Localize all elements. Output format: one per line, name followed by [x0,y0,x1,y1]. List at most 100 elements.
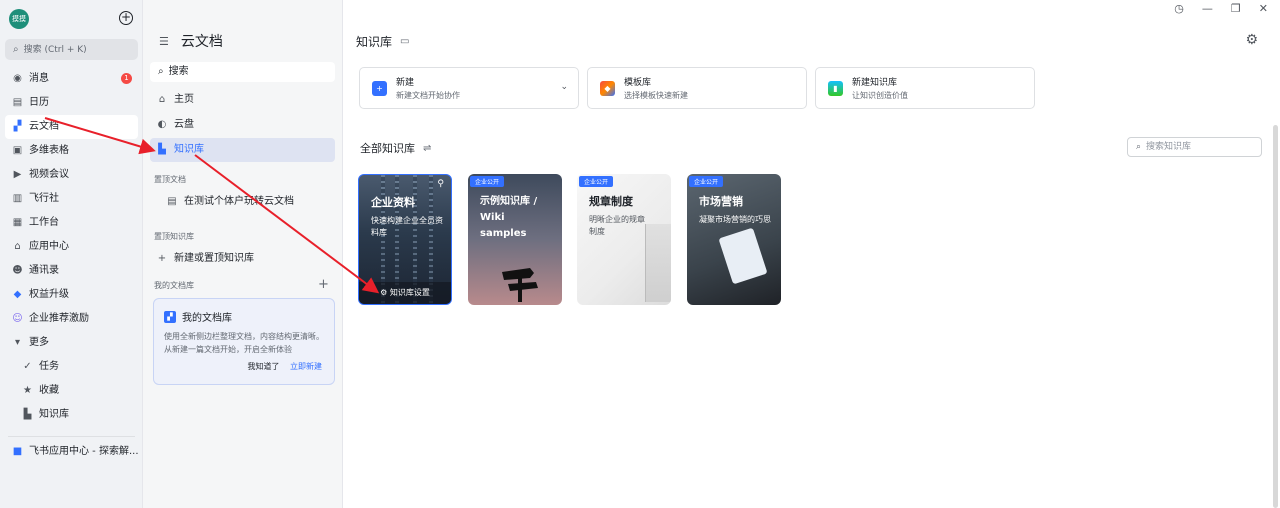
avatar[interactable]: 摸摸 [9,9,29,29]
close-icon[interactable]: ✕ [1259,2,1268,15]
filter-icon[interactable]: ⇌ [423,143,431,154]
nav-item-community[interactable]: ▥ 飞行社 [0,187,143,211]
page-title: 知识库 ▭ [356,33,409,50]
nav-item-label: 更多 [29,337,49,348]
window-controls: ◷ — ❐ ✕ [1174,2,1268,15]
contacts-icon: ☻ [12,265,23,276]
wiki-card-company-info[interactable]: ⚲ 企业资料 快速构建企业全员资料库 ⚙ 知识库设置 [358,174,452,305]
maximize-icon[interactable]: ❐ [1231,2,1241,15]
doc-icon: ▤ [167,196,177,207]
public-tag: 企业公开 [579,176,614,187]
docs-icon: ▞ [13,121,22,132]
quick-template-card[interactable]: ◆ 模板库 选择模板快速新建 [587,67,807,109]
nav-item-label: 权益升级 [29,289,69,300]
nav-item-more[interactable]: ▾ 更多 [0,331,143,355]
nav-item-wiki[interactable]: ▙ 知识库 [0,403,143,427]
nav-item-video[interactable]: ▶ 视频会议 [0,163,143,187]
collapse-sidebar-icon[interactable]: ☰ [159,35,169,48]
tip-create-link[interactable]: 立即新建 [290,362,322,371]
nav-bottom: ■ 飞书应用中心 - 探索解... [0,440,143,464]
nav-item-app-center[interactable]: ⌂ 应用中心 [0,235,143,259]
nav-item-label: 云文档 [29,121,59,132]
workplace-icon: ▦ [12,217,23,228]
folder-decoration [645,224,671,302]
gear-icon[interactable]: ⚙ [1245,32,1258,48]
section-pinned-wiki: 置顶知识库 [154,232,194,241]
global-search[interactable]: ⌕ 搜索 (Ctrl + K) [5,39,138,60]
nav-item-contacts[interactable]: ☻ 通讯录 [0,259,143,283]
wiki-settings-button[interactable]: ⚙ 知识库设置 [359,282,451,304]
quick-new-desc: 新建文档开始协作 [396,91,460,100]
tip-title: ▞ 我的文档库 [164,309,324,324]
wiki-icon: ▙ [23,409,32,420]
docs-search[interactable]: ⌕ 搜索 [150,62,335,82]
nav-item-tasks[interactable]: ✓ 任务 [0,355,143,379]
unread-badge: 1 [121,73,132,84]
nav-item-label: 飞书应用中心 - 探索解... [29,446,139,457]
quick-new-text: 新建 新建文档开始协作 [396,75,460,101]
pinned-doc-item[interactable]: ▤ 在测试个体户玩转云文档 [160,190,335,214]
chevron-down-icon: ▾ [14,337,21,348]
quick-new-card[interactable]: + 新建 新建文档开始协作 ⌄ [359,67,579,109]
nav-item-label: 应用中心 [29,241,69,252]
message-icon: ◉ [13,73,22,84]
history-icon[interactable]: ◷ [1174,2,1184,15]
nav-item-label: 企业推荐激励 [29,313,89,324]
scrollbar[interactable] [1273,125,1278,508]
wiki-card-title: 企业资料 [371,196,415,209]
nav-item-favorites[interactable]: ★ 收藏 [0,379,143,403]
new-or-pin-wiki[interactable]: + 新建或置顶知识库 [150,247,335,271]
template-icon: ◆ [600,80,615,96]
docs-wiki[interactable]: ▙ 知识库 [150,138,335,162]
section-my-library: 我的文档库 [154,281,194,290]
nav-item-label: 收藏 [39,385,59,396]
nav-item-referral[interactable]: ☺ 企业推荐激励 [0,307,143,331]
drive-icon: ◐ [157,119,167,130]
wiki-card-desc: 快速构建企业全员资料库 [371,216,443,237]
quick-new-wiki-card[interactable]: ▮ 新建知识库 让知识创造价值 [815,67,1035,109]
quick-new-wiki-text: 新建知识库 让知识创造价值 [852,75,908,101]
home-icon: ⌂ [158,94,166,105]
new-doc-icon: + [372,80,387,96]
plus-icon: + [157,253,167,264]
tip-dismiss-link[interactable]: 我知道了 [247,362,279,371]
wiki-search-input[interactable]: ⌕ 搜索知识库 [1127,137,1262,157]
tip-title-text: 我的文档库 [182,313,232,324]
page-title-text: 知识库 [356,35,393,49]
docs-drive[interactable]: ◐ 云盘 [150,113,335,137]
add-library-plus-icon[interactable]: + [318,277,329,292]
wiki-card-title: 示例知识库 / Wiki samples [480,196,538,239]
my-library-tip-card: ▞ 我的文档库 使用全新侧边栏整理文档，内容结构更清晰。从新建一篇文档开始，开启全… [153,298,335,385]
quick-new-title: 新建 [396,78,415,88]
nav-item-label: 任务 [39,361,59,372]
wiki-search-placeholder: 搜索知识库 [1146,142,1192,152]
nav-item-workplace[interactable]: ▦ 工作台 [0,211,143,235]
wiki-card-regulations[interactable]: 企业公开 规章制度 明晰企业的规章制度 [577,174,671,305]
library-icon: ▞ [164,310,176,323]
nav-item-app-store[interactable]: ■ 飞书应用中心 - 探索解... [0,440,143,464]
wiki-card-title: 规章制度 [589,195,633,208]
docs-drive-label: 云盘 [174,119,194,130]
pin-icon[interactable]: ⚲ [437,179,444,189]
nav-item-label: 日历 [29,97,49,108]
chevron-down-icon[interactable]: ⌄ [560,82,568,92]
wiki-card-samples[interactable]: 企业公开 示例知识库 / Wiki samples [468,174,562,305]
wiki-card-marketing[interactable]: 企业公开 市场营销 凝聚市场营销的巧思 [687,174,781,305]
nav-item-upgrade[interactable]: ◆ 权益升级 [0,283,143,307]
nav-item-base[interactable]: ▣ 多维表格 [0,139,143,163]
minimize-icon[interactable]: — [1202,2,1213,15]
quick-template-text: 模板库 选择模板快速新建 [624,75,688,101]
briefcase-icon[interactable]: ▭ [400,36,409,47]
star-icon: ★ [23,385,32,396]
nav-item-messages[interactable]: ◉ 消息 1 [0,67,143,91]
main-content: ◷ — ❐ ✕ 知识库 ▭ ⚙ + 新建 新建文档开始协作 ⌄ ◆ 模板库 选择… [343,0,1280,508]
nav-item-calendar[interactable]: ▤ 日历 [0,91,143,115]
nav-item-label: 消息 [29,73,49,84]
docs-home[interactable]: ⌂ 主页 [150,88,335,112]
nav-item-docs[interactable]: ▞ 云文档 [5,115,138,139]
tablet-decoration [718,227,768,285]
tip-actions: 我知道了 立即新建 [247,361,322,372]
create-plus-icon[interactable]: + [119,11,133,25]
quick-new-wiki-desc: 让知识创造价值 [852,91,908,100]
search-icon: ⌕ [158,66,164,77]
